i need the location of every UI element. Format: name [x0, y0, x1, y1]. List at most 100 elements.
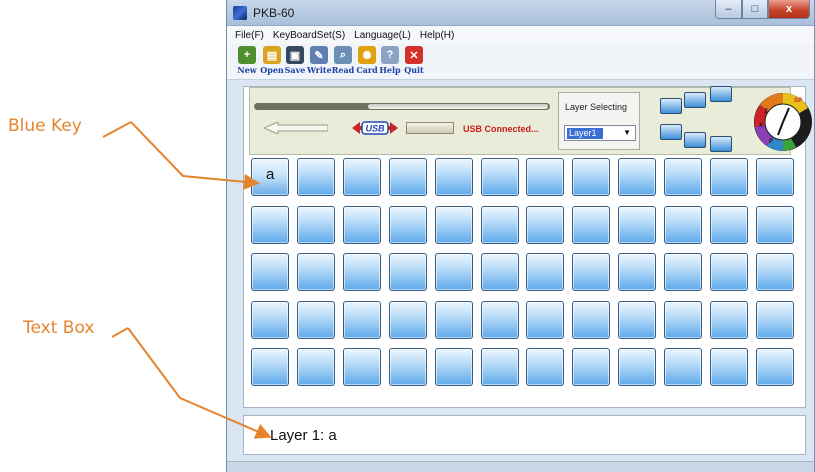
key-r1-c10[interactable]	[710, 206, 748, 244]
key-r1-c4[interactable]	[435, 206, 473, 244]
minimize-button[interactable]: –	[715, 0, 742, 19]
toolbar-open-button[interactable]: ▤ Open	[260, 46, 284, 75]
maximize-button[interactable]: □	[742, 0, 768, 19]
mini-key-1[interactable]	[660, 98, 682, 114]
chevron-down-icon[interactable]: ▼	[623, 128, 631, 137]
key-r3-c4[interactable]	[435, 301, 473, 339]
key-r1-c6[interactable]	[526, 206, 564, 244]
title-bar[interactable]: PKB-60 – □ x	[227, 0, 814, 26]
key-label: a	[266, 166, 275, 183]
key-r3-c6[interactable]	[526, 301, 564, 339]
key-r0-c2[interactable]	[343, 158, 381, 196]
mini-key-6[interactable]	[710, 136, 732, 152]
floppy-disk-icon: ▣	[286, 46, 304, 64]
key-r1-c11[interactable]	[756, 206, 794, 244]
key-r2-c8[interactable]	[618, 253, 656, 291]
key-r4-c5[interactable]	[481, 348, 519, 386]
usb-logo-text: USB	[365, 124, 385, 134]
toolbar-read-button[interactable]: ⌕ Read	[331, 46, 355, 75]
key-r0-c6[interactable]	[526, 158, 564, 196]
key-r4-c0[interactable]	[251, 348, 289, 386]
toolbar-card-button[interactable]: ✺ Card	[355, 46, 379, 75]
mini-key-3[interactable]	[710, 86, 732, 102]
key-r3-c2[interactable]	[343, 301, 381, 339]
mode-dial[interactable]: SP Z X P	[752, 91, 814, 153]
key-r1-c8[interactable]	[618, 206, 656, 244]
toolbar-new-button[interactable]: + New	[235, 46, 259, 75]
key-r4-c9[interactable]	[664, 348, 702, 386]
key-r4-c7[interactable]	[572, 348, 610, 386]
layer-selector-panel: Layer Selecting Layer1 ▼	[558, 92, 640, 150]
key-r0-c10[interactable]	[710, 158, 748, 196]
key-r2-c1[interactable]	[297, 253, 335, 291]
key-r4-c6[interactable]	[526, 348, 564, 386]
key-r3-c5[interactable]	[481, 301, 519, 339]
key-r1-c3[interactable]	[389, 206, 427, 244]
key-r4-c1[interactable]	[297, 348, 335, 386]
toolbar-help-label: Help	[379, 65, 401, 75]
key-r4-c3[interactable]	[389, 348, 427, 386]
key-r0-c7[interactable]	[572, 158, 610, 196]
mini-key-5[interactable]	[684, 132, 706, 148]
app-window: PKB-60 – □ x File(F) KeyBoardSet(S) Lang…	[226, 0, 815, 472]
key-r4-c4[interactable]	[435, 348, 473, 386]
key-r0-c4[interactable]	[435, 158, 473, 196]
toolbar-card-label: Card	[356, 65, 378, 75]
key-r2-c2[interactable]	[343, 253, 381, 291]
key-r2-c6[interactable]	[526, 253, 564, 291]
key-r3-c11[interactable]	[756, 301, 794, 339]
key-r3-c1[interactable]	[297, 301, 335, 339]
menu-item-language[interactable]: Language(L)	[354, 30, 411, 41]
card-gear-icon: ✺	[358, 46, 376, 64]
key-r0-c1[interactable]	[297, 158, 335, 196]
key-r0-c3[interactable]	[389, 158, 427, 196]
mini-key-4[interactable]	[660, 124, 682, 140]
key-r0-c11[interactable]	[756, 158, 794, 196]
key-r1-c1[interactable]	[297, 206, 335, 244]
key-r3-c0[interactable]	[251, 301, 289, 339]
toolbar-save-button[interactable]: ▣ Save	[283, 46, 307, 75]
blue-key-arrow	[102, 121, 132, 138]
key-r1-c9[interactable]	[664, 206, 702, 244]
close-button[interactable]: x	[768, 0, 810, 19]
dial-label-p: P	[769, 139, 773, 145]
key-r3-c10[interactable]	[710, 301, 748, 339]
key-r2-c7[interactable]	[572, 253, 610, 291]
key-r3-c8[interactable]	[618, 301, 656, 339]
blue-key-annotation-label: Blue Key	[8, 116, 82, 136]
key-r1-c5[interactable]	[481, 206, 519, 244]
key-r3-c7[interactable]	[572, 301, 610, 339]
key-r0-c5[interactable]	[481, 158, 519, 196]
key-r0-c0[interactable]: a	[251, 158, 289, 196]
key-r2-c5[interactable]	[481, 253, 519, 291]
menu-item-help[interactable]: Help(H)	[420, 30, 454, 41]
key-r1-c2[interactable]	[343, 206, 381, 244]
key-r2-c0[interactable]	[251, 253, 289, 291]
toolbar-write-button[interactable]: ✎ Write	[307, 46, 332, 75]
key-r2-c9[interactable]	[664, 253, 702, 291]
key-r2-c3[interactable]	[389, 253, 427, 291]
key-r4-c11[interactable]	[756, 348, 794, 386]
key-r2-c10[interactable]	[710, 253, 748, 291]
key-r0-c9[interactable]	[664, 158, 702, 196]
key-r3-c3[interactable]	[389, 301, 427, 339]
key-r3-c9[interactable]	[664, 301, 702, 339]
key-r4-c10[interactable]	[710, 348, 748, 386]
key-r0-c8[interactable]	[618, 158, 656, 196]
menu-item-keyboardset[interactable]: KeyBoardSet(S)	[273, 30, 345, 41]
key-r1-c0[interactable]	[251, 206, 289, 244]
mini-key-2[interactable]	[684, 92, 706, 108]
toolbar-quit-button[interactable]: ✕ Quit	[402, 46, 426, 75]
key-r1-c7[interactable]	[572, 206, 610, 244]
layer-text-box[interactable]: Layer 1: a	[243, 415, 806, 455]
progress-handle[interactable]	[368, 104, 548, 109]
toolbar-help-button[interactable]: ? Help	[378, 46, 402, 75]
key-r2-c4[interactable]	[435, 253, 473, 291]
toolbar: + New ▤ Open ▣ Save ✎ Write ⌕ Read ✺ Card? Help ✕ Quit	[227, 44, 814, 80]
layer-select-dropdown[interactable]: Layer1 ▼	[564, 125, 636, 141]
dial-label-x: X	[759, 123, 763, 129]
key-r4-c8[interactable]	[618, 348, 656, 386]
key-r4-c2[interactable]	[343, 348, 381, 386]
key-r2-c11[interactable]	[756, 253, 794, 291]
menu-item-file[interactable]: File(F)	[235, 30, 264, 41]
